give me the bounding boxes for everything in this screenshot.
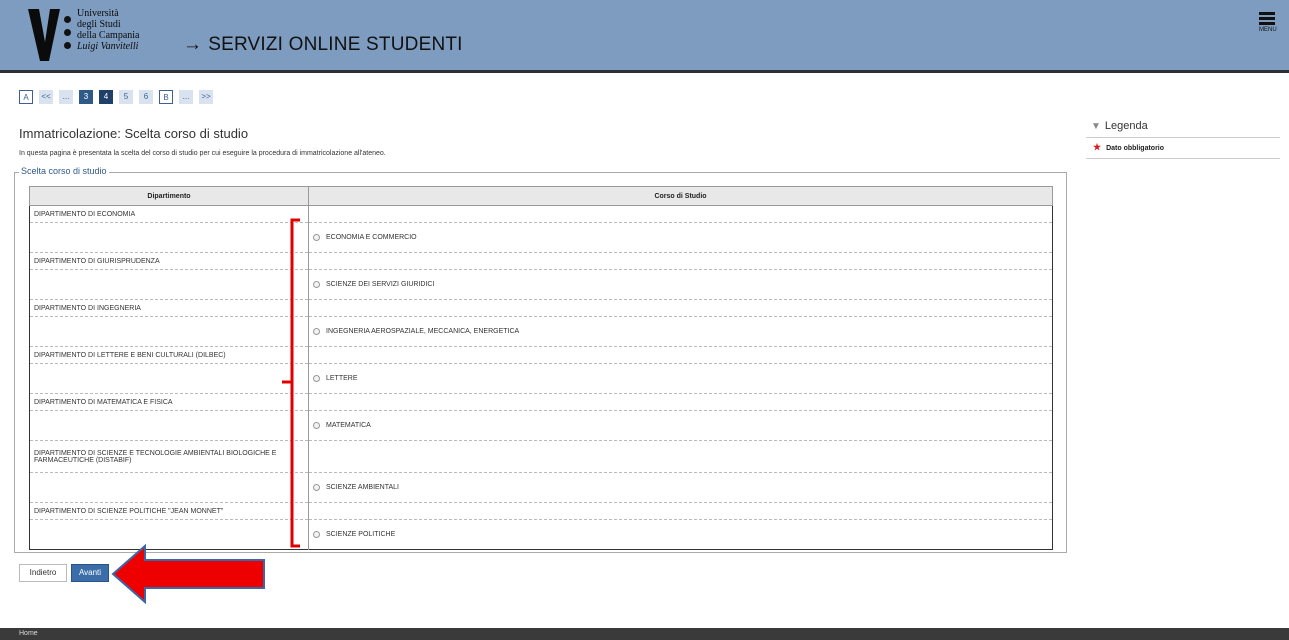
annotation-bracket-icon (282, 218, 300, 548)
annotation-arrow-icon (111, 543, 265, 605)
annotation-overlay (111, 218, 300, 605)
